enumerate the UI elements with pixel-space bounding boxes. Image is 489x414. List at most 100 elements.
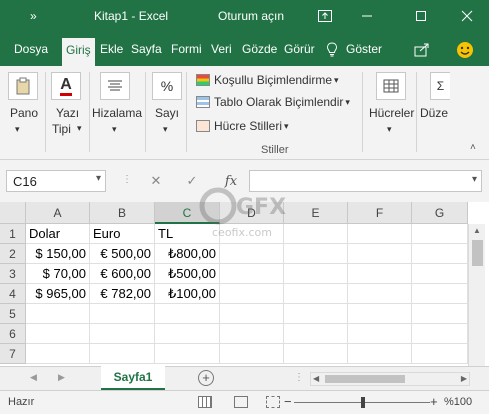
chevron-down-icon[interactable]: ▾ (112, 124, 117, 135)
empty-cell[interactable] (412, 344, 468, 364)
cell-a4[interactable]: $ 965,00 (26, 284, 90, 304)
empty-cell[interactable] (284, 244, 348, 264)
maximize-icon[interactable] (409, 5, 433, 27)
prev-sheet-icon[interactable]: ◀ (30, 372, 37, 383)
scroll-left-icon[interactable]: ◀ (313, 374, 319, 383)
cell-b3[interactable]: € 600,00 (90, 264, 155, 284)
quick-access-overflow[interactable]: » (30, 9, 37, 23)
empty-cell[interactable] (412, 324, 468, 344)
sheet-tab-sayfa1[interactable]: Sayfa1 (101, 366, 165, 390)
cell-a1[interactable]: Dolar (26, 224, 90, 244)
tab-ekle[interactable]: Ekle (100, 42, 123, 56)
empty-cell[interactable] (348, 284, 412, 304)
tab-gozden-gecir[interactable]: Gözde (242, 42, 277, 56)
vertical-scrollbar[interactable]: ▲ (468, 224, 485, 366)
empty-cell[interactable] (412, 304, 468, 324)
row-header-3[interactable]: 3 (0, 264, 26, 284)
tab-splitter-icon[interactable]: ⋮ (294, 372, 304, 383)
empty-cell[interactable] (348, 324, 412, 344)
cell-b4[interactable]: € 782,00 (90, 284, 155, 304)
format-as-table-button[interactable]: Tablo Olarak Biçimlendir ▾ (196, 92, 350, 112)
empty-cell[interactable] (220, 344, 284, 364)
empty-cell[interactable] (155, 344, 220, 364)
tab-dosya[interactable]: Dosya (14, 42, 48, 56)
empty-cell[interactable] (220, 284, 284, 304)
empty-cell[interactable] (348, 304, 412, 324)
vertical-scroll-thumb[interactable] (472, 240, 483, 266)
formula-bar-splitter[interactable]: ⋮ (122, 174, 132, 185)
empty-cell[interactable] (220, 304, 284, 324)
empty-cell[interactable] (155, 324, 220, 344)
row-header-7[interactable]: 7 (0, 344, 26, 364)
chevron-down-icon[interactable]: ▾ (77, 123, 82, 134)
cell-styles-button[interactable]: Hücre Stilleri ▾ (196, 116, 289, 136)
empty-cell[interactable] (348, 224, 412, 244)
empty-cell[interactable] (284, 264, 348, 284)
empty-cell[interactable] (348, 244, 412, 264)
cell-a3[interactable]: $ 70,00 (26, 264, 90, 284)
row-header-1[interactable]: 1 (0, 224, 26, 244)
name-box[interactable]: C16 ▾ (6, 170, 106, 192)
lightbulb-icon[interactable] (326, 42, 338, 60)
empty-cell[interactable] (220, 324, 284, 344)
empty-cell[interactable] (220, 264, 284, 284)
row-header-4[interactable]: 4 (0, 284, 26, 304)
empty-cell[interactable] (26, 324, 90, 344)
cells-icon[interactable] (376, 72, 406, 100)
alignment-icon[interactable] (100, 72, 130, 100)
scroll-up-icon[interactable]: ▲ (473, 226, 481, 235)
next-sheet-icon[interactable]: ▶ (58, 372, 65, 383)
font-icon[interactable]: A (51, 72, 81, 100)
empty-cell[interactable] (284, 324, 348, 344)
cell-c4[interactable]: ₺100,00 (155, 284, 220, 304)
tab-gorunum[interactable]: Görür (284, 42, 315, 56)
row-header-6[interactable]: 6 (0, 324, 26, 344)
empty-cell[interactable] (348, 344, 412, 364)
add-sheet-icon[interactable]: + (198, 370, 214, 386)
cell-a2[interactable]: $ 150,00 (26, 244, 90, 264)
column-header-f[interactable]: F (348, 202, 412, 224)
font-label-2[interactable]: Tipi (52, 122, 71, 136)
conditional-formatting-button[interactable]: Koşullu Biçimlendirme ▾ (196, 70, 339, 90)
tell-me-search[interactable]: Göster (346, 42, 382, 56)
column-header-g[interactable]: G (412, 202, 468, 224)
tab-veri[interactable]: Veri (211, 42, 232, 56)
tab-formul[interactable]: Formi (171, 42, 202, 56)
clipboard-icon[interactable] (8, 72, 38, 100)
scroll-right-icon[interactable]: ▶ (461, 374, 467, 383)
zoom-out-icon[interactable]: − (284, 394, 292, 409)
minimize-icon[interactable] (355, 5, 379, 27)
row-header-2[interactable]: 2 (0, 244, 26, 264)
empty-cell[interactable] (26, 344, 90, 364)
select-all-corner[interactable] (0, 202, 26, 224)
empty-cell[interactable] (220, 244, 284, 264)
empty-cell[interactable] (26, 304, 90, 324)
zoom-in-icon[interactable]: + (430, 394, 438, 409)
empty-cell[interactable] (90, 304, 155, 324)
cell-c3[interactable]: ₺500,00 (155, 264, 220, 284)
number-label[interactable]: Sayı (155, 106, 179, 120)
chevron-down-icon[interactable]: ▾ (472, 174, 477, 185)
cells-label[interactable]: Hücreler (369, 106, 414, 120)
chevron-down-icon[interactable]: ▾ (15, 124, 20, 135)
empty-cell[interactable] (284, 284, 348, 304)
page-layout-view-icon[interactable] (234, 396, 248, 408)
chevron-down-icon[interactable]: ▾ (96, 173, 101, 184)
chevron-down-icon[interactable]: ▾ (387, 124, 392, 135)
empty-cell[interactable] (284, 344, 348, 364)
collapse-ribbon-icon[interactable]: ˄ (470, 142, 476, 153)
percent-icon[interactable]: % (152, 72, 182, 100)
empty-cell[interactable] (155, 304, 220, 324)
empty-cell[interactable] (284, 304, 348, 324)
empty-cell[interactable] (412, 284, 468, 304)
empty-cell[interactable] (90, 324, 155, 344)
horizontal-scroll-thumb[interactable] (325, 375, 405, 383)
cell-c2[interactable]: ₺800,00 (155, 244, 220, 264)
font-label-1[interactable]: Yazı (56, 106, 79, 120)
zoom-slider-knob[interactable] (361, 397, 365, 408)
tab-giris[interactable]: Giriş (62, 38, 95, 66)
row-header-5[interactable]: 5 (0, 304, 26, 324)
empty-cell[interactable] (90, 344, 155, 364)
editing-icon[interactable]: Σ (430, 72, 450, 100)
cancel-icon[interactable]: ✕ (146, 170, 166, 192)
